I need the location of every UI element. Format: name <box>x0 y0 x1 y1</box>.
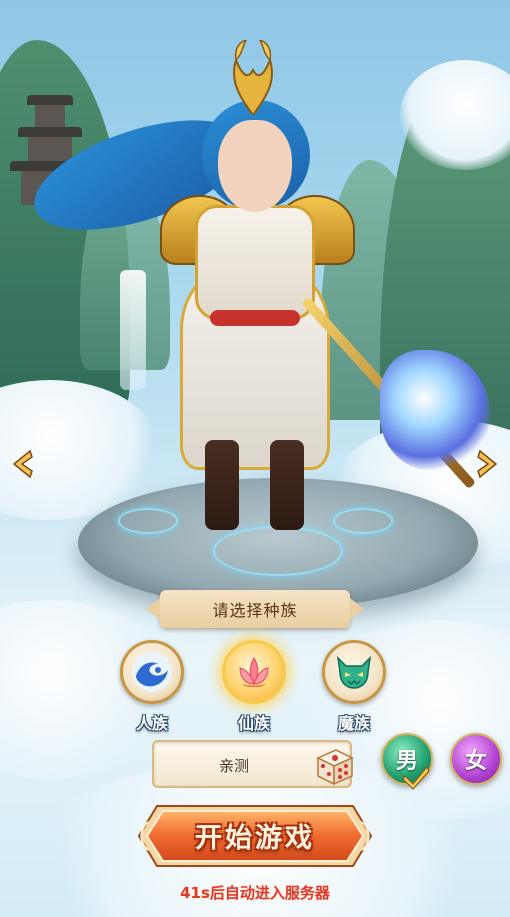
race-icon-frame <box>120 640 184 704</box>
race-select-title: 请选择种族 <box>212 601 298 620</box>
gender-female-label: 女 <box>464 749 487 774</box>
hero-leg <box>270 440 304 530</box>
random-name-button[interactable] <box>310 744 358 788</box>
race-option-human[interactable]: 人族 <box>120 640 186 733</box>
hero-character <box>21 20 370 530</box>
start-game-label: 开始游戏 <box>195 823 315 854</box>
hero-belt <box>210 310 300 326</box>
dice-icon <box>316 749 354 786</box>
wave-icon <box>132 652 172 692</box>
race-option-immortal[interactable]: 仙族 <box>222 640 288 733</box>
hero-leg <box>205 440 239 530</box>
race-label-human: 人族 <box>135 714 168 733</box>
start-game-button[interactable]: 开始游戏 <box>135 800 375 872</box>
chevron-right-icon <box>477 449 498 479</box>
race-select-title-plate: 请选择种族 <box>146 590 364 628</box>
character-name-input[interactable] <box>164 750 304 780</box>
race-label-demon: 魔族 <box>337 714 370 733</box>
race-icon-frame <box>322 640 386 704</box>
lotus-icon <box>239 657 269 687</box>
hero-head <box>218 120 292 212</box>
prev-character-button[interactable] <box>10 449 36 479</box>
platform-rune <box>213 526 343 576</box>
race-option-demon[interactable]: 魔族 <box>322 640 388 733</box>
gender-female-button[interactable]: 女 <box>450 733 502 785</box>
race-label-immortal: 仙族 <box>237 714 270 733</box>
race-icon-frame-selected <box>222 640 286 704</box>
crown-ornament <box>233 40 273 115</box>
next-character-button[interactable] <box>474 449 500 479</box>
demon-mask-icon <box>336 655 372 689</box>
chevron-left-icon <box>12 449 33 479</box>
auto-enter-countdown: 41s后自动进入服务器 <box>180 884 330 902</box>
check-icon <box>402 765 430 790</box>
hero-torso <box>195 205 315 320</box>
